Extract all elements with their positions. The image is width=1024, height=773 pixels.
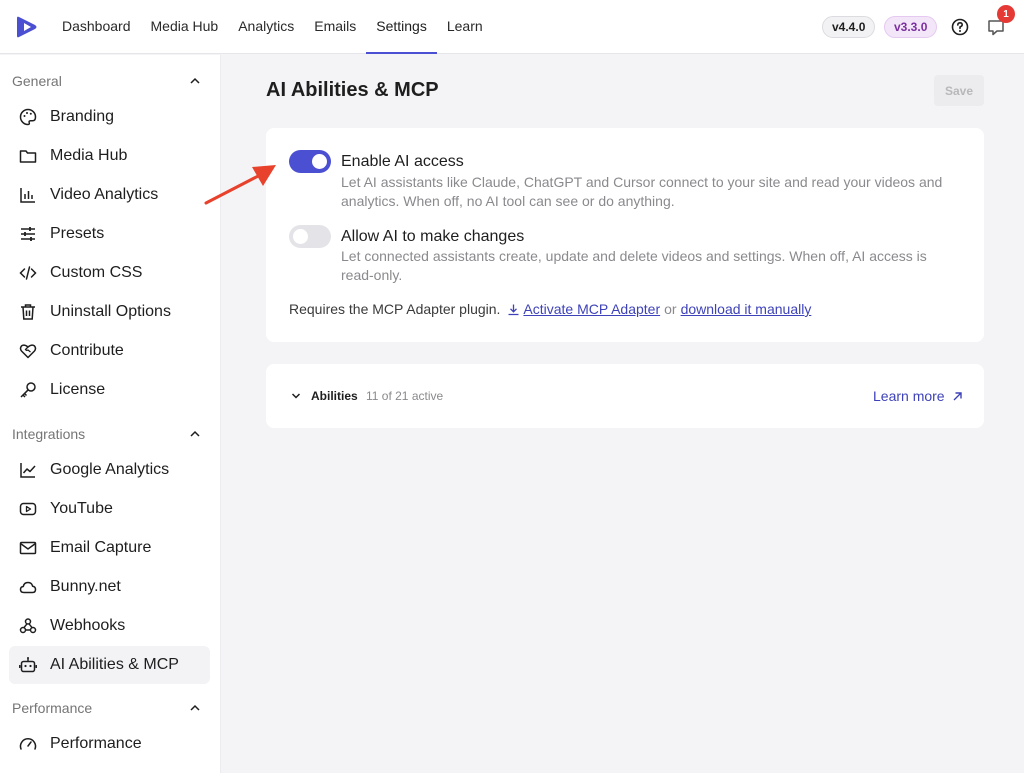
sidebar-item-label: Custom CSS	[50, 264, 143, 281]
help-icon[interactable]	[950, 17, 970, 37]
presto-logo-icon[interactable]	[14, 14, 40, 40]
sidebar-item-branding[interactable]: Branding	[9, 98, 210, 136]
nav-media-hub[interactable]: Media Hub	[141, 0, 229, 54]
annotation-arrow-icon	[204, 165, 276, 205]
sidebar-item-label: Email Capture	[50, 539, 152, 556]
sidebar-item-label: Webhooks	[50, 617, 126, 634]
heart-handshake-icon	[19, 344, 37, 359]
learn-more-label: Learn more	[873, 388, 945, 404]
activate-mcp-adapter-link[interactable]: Activate MCP Adapter	[523, 301, 660, 317]
page-title: AI Abilities & MCP	[266, 79, 439, 101]
abilities-count: 11 of 21 active	[366, 389, 444, 403]
requires-text: Requires the MCP Adapter plugin.	[289, 301, 501, 317]
version-badge-primary: v4.4.0	[822, 16, 876, 38]
chevron-up-icon	[190, 77, 200, 84]
sidebar-item-license[interactable]: License	[9, 371, 210, 409]
bar-chart-icon	[20, 188, 35, 203]
learn-more-link[interactable]: Learn more	[873, 388, 963, 404]
sidebar-item-youtube[interactable]: YouTube	[9, 490, 210, 528]
sidebar-item-label: Contribute	[50, 342, 124, 359]
sidebar-item-label: Video Analytics	[50, 186, 159, 203]
download-icon	[508, 304, 519, 315]
ai-access-card: Enable AI access Let AI assistants like …	[266, 128, 984, 342]
sidebar-item-webhooks[interactable]: Webhooks	[9, 607, 210, 645]
sidebar-item-label: Media Hub	[50, 147, 128, 164]
allow-ai-changes-title: Allow AI to make changes	[341, 228, 525, 245]
version-badge-secondary: v3.3.0	[884, 16, 938, 38]
youtube-icon	[19, 502, 37, 516]
sidebar-item-custom-css[interactable]: Custom CSS	[9, 254, 210, 292]
top-bar: Dashboard Media Hub Analytics Emails Set…	[0, 0, 1024, 54]
mcp-adapter-requirement: Requires the MCP Adapter plugin. Activat…	[289, 301, 811, 317]
folder-icon	[19, 150, 37, 163]
sidebar-item-video-analytics[interactable]: Video Analytics	[9, 176, 210, 214]
mail-icon	[19, 541, 37, 555]
section-performance[interactable]: Performance	[12, 698, 202, 718]
sidebar-item-ai-abilities-mcp[interactable]: AI Abilities & MCP	[9, 646, 210, 684]
section-integrations-heading: Integrations	[12, 426, 86, 442]
nav-analytics[interactable]: Analytics	[228, 0, 304, 54]
sidebar-item-label: Performance	[50, 735, 142, 752]
sidebar-item-uninstall-options[interactable]: Uninstall Options	[9, 293, 210, 331]
allow-ai-changes-description: Let connected assistants create, update …	[341, 248, 927, 283]
line-chart-icon	[20, 463, 36, 478]
external-arrow-icon	[953, 391, 962, 400]
sidebar-item-email-capture[interactable]: Email Capture	[9, 529, 210, 567]
allow-ai-changes-toggle[interactable]	[289, 225, 331, 248]
chevron-up-icon	[190, 704, 200, 711]
sidebar-item-media-hub[interactable]: Media Hub	[9, 137, 210, 175]
sidebar-item-label: Uninstall Options	[50, 303, 171, 320]
settings-sidebar: General Branding Media Hub Video Analyti…	[0, 55, 221, 773]
sidebar-item-google-analytics[interactable]: Google Analytics	[9, 451, 210, 489]
section-integrations[interactable]: Integrations	[12, 424, 202, 444]
webhook-icon	[19, 618, 37, 634]
chevron-down-icon	[291, 393, 301, 399]
palette-icon	[19, 108, 37, 126]
robot-icon	[19, 657, 37, 673]
sidebar-item-presets[interactable]: Presets	[9, 215, 210, 253]
gauge-icon	[19, 738, 37, 750]
sidebar-item-label: License	[50, 381, 106, 398]
code-icon	[19, 266, 37, 280]
sidebar-item-performance[interactable]: Performance	[9, 725, 210, 763]
section-performance-heading: Performance	[12, 700, 93, 716]
trash-icon	[21, 304, 35, 320]
nav-dashboard[interactable]: Dashboard	[52, 0, 141, 54]
sidebar-item-label: AI Abilities & MCP	[50, 656, 179, 673]
nav-settings[interactable]: Settings	[366, 0, 437, 54]
section-general-heading: General	[12, 73, 62, 89]
toggle-knob	[312, 154, 327, 169]
sidebar-item-label: Bunny.net	[50, 578, 121, 595]
sidebar-item-contribute[interactable]: Contribute	[9, 332, 210, 370]
chevron-up-icon	[190, 430, 200, 437]
download-manually-link[interactable]: download it manually	[681, 301, 812, 317]
enable-ai-access-description: Let AI assistants like Claude, ChatGPT a…	[341, 174, 943, 209]
nav-learn[interactable]: Learn	[437, 0, 493, 54]
or-text: or	[664, 301, 677, 317]
sidebar-item-bunny-net[interactable]: Bunny.net	[9, 568, 210, 606]
sidebar-item-label: Presets	[50, 225, 105, 242]
enable-ai-access-title: Enable AI access	[341, 153, 464, 170]
main-nav: Dashboard Media Hub Analytics Emails Set…	[52, 0, 493, 54]
sidebar-item-label: YouTube	[50, 500, 113, 517]
save-button[interactable]: Save	[934, 75, 984, 106]
key-icon	[20, 382, 36, 398]
notification-count-badge: 1	[997, 5, 1015, 23]
cloud-icon	[19, 581, 37, 594]
sidebar-item-label: Google Analytics	[50, 461, 170, 478]
enable-ai-access-toggle[interactable]	[289, 150, 331, 173]
abilities-panel[interactable]: Abilities 11 of 21 active Learn more	[266, 364, 984, 428]
abilities-label: Abilities	[311, 389, 358, 403]
sliders-icon	[21, 227, 35, 241]
sidebar-item-label: Branding	[50, 108, 115, 125]
nav-emails[interactable]: Emails	[304, 0, 366, 54]
toggle-knob	[293, 229, 308, 244]
section-general[interactable]: General	[12, 71, 202, 91]
